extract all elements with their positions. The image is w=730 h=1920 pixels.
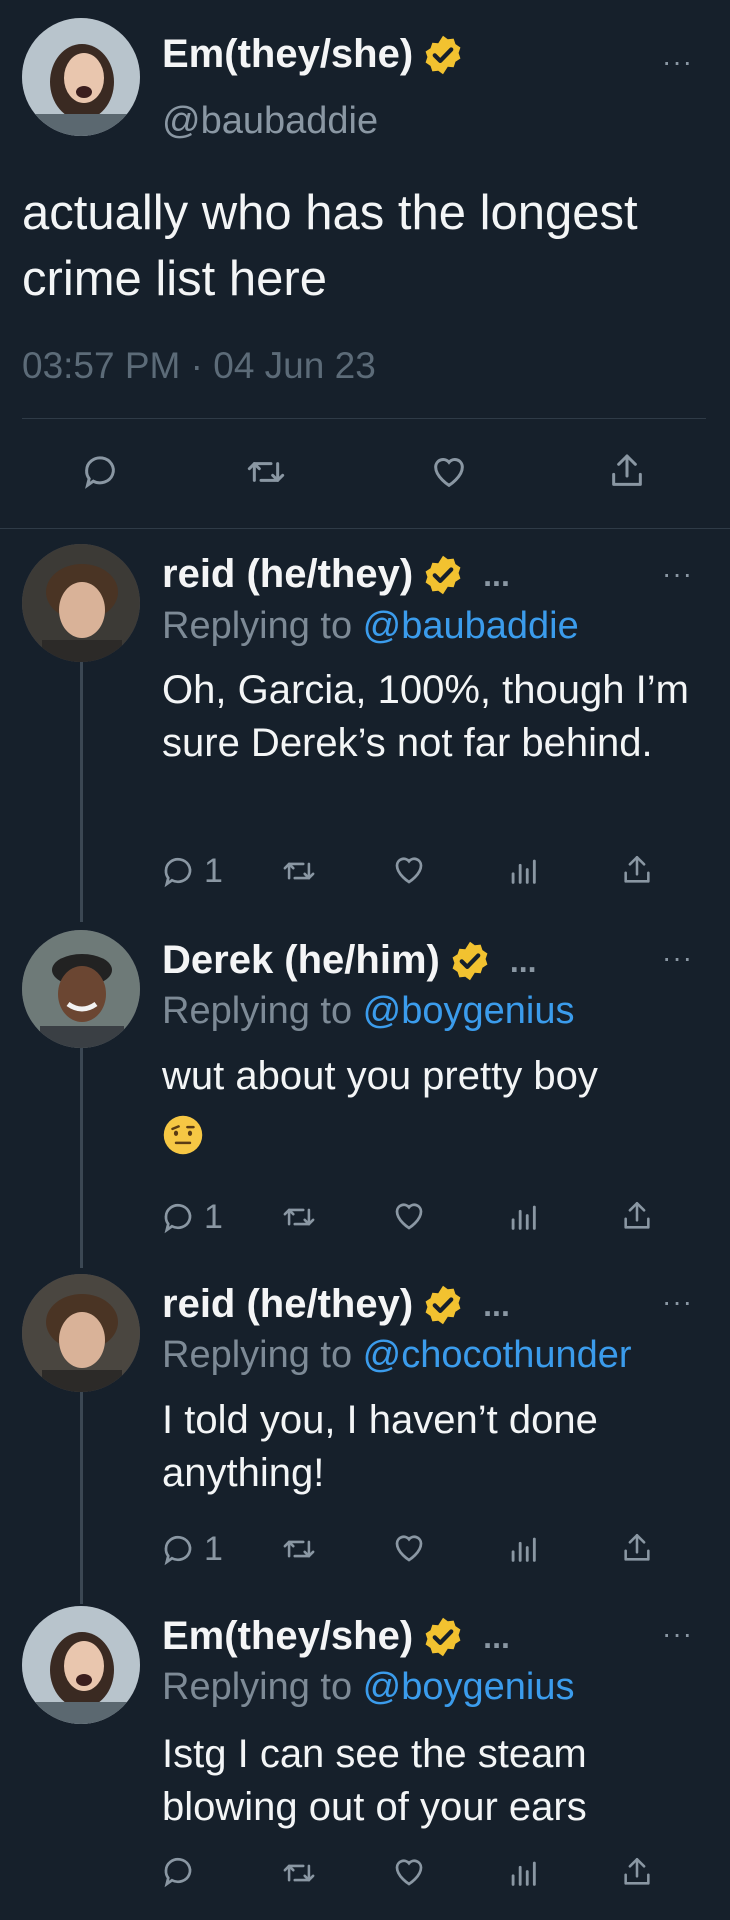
analytics-icon — [511, 859, 536, 884]
reply-icon — [164, 1857, 192, 1888]
like-button[interactable] — [390, 1530, 428, 1566]
main-author-handle[interactable]: @baubaddie — [162, 100, 378, 143]
retweet-button[interactable] — [280, 854, 318, 888]
analytics-icon — [511, 1537, 536, 1562]
verified-badge-icon — [425, 35, 461, 74]
analytics-button[interactable] — [506, 1200, 540, 1234]
verified-badge-icon — [425, 555, 461, 594]
share-button[interactable] — [620, 1530, 654, 1566]
replying-to: Replying to @baubaddie — [162, 605, 579, 647]
verified-badge-icon — [425, 1617, 461, 1656]
reply-text: Istg I can see the steam blowing out of … — [162, 1732, 587, 1829]
reply-icon — [164, 1203, 192, 1233]
avatar-em[interactable] — [22, 1606, 140, 1724]
analytics-icon — [511, 1861, 536, 1886]
reply-author-name[interactable]: reid (he/they) ... — [162, 552, 510, 597]
analytics-icon — [511, 1205, 536, 1230]
mention-link[interactable]: @chocothunder — [363, 1334, 632, 1376]
avatar-derek[interactable] — [22, 930, 140, 1048]
more-options-icon[interactable]: ··· — [662, 944, 693, 972]
share-icon — [624, 1857, 650, 1885]
main-tweet-timestamp: 03:57 PM · 04 Jun 23 — [22, 345, 376, 386]
retweet-button[interactable] — [280, 1856, 318, 1890]
reply-icon — [164, 1535, 192, 1565]
retweet-icon — [283, 1864, 315, 1882]
share-icon — [624, 1533, 650, 1561]
reply-button[interactable] — [80, 452, 120, 492]
replying-to: Replying to @boygenius — [162, 990, 575, 1032]
main-author-name[interactable]: Em(they/she) — [162, 32, 465, 77]
avatar-reid[interactable] — [22, 544, 140, 662]
like-button[interactable] — [390, 852, 428, 888]
reply-count: 1 — [204, 1198, 223, 1236]
mention-link[interactable]: @boygenius — [363, 990, 575, 1032]
avatar-reid[interactable] — [22, 1274, 140, 1392]
reply-count: 1 — [204, 852, 223, 890]
analytics-button[interactable] — [506, 1532, 540, 1566]
reply-button[interactable] — [160, 1854, 196, 1890]
main-tweet-text: actually who has the longest crime list … — [22, 186, 638, 306]
more-options-icon[interactable]: ··· — [662, 1288, 693, 1316]
retweet-icon — [283, 1540, 315, 1558]
reply-count: 1 — [204, 1530, 223, 1568]
more-options-icon[interactable]: ··· — [662, 48, 693, 76]
heart-icon — [395, 1859, 423, 1886]
replying-to: Replying to @boygenius — [162, 1666, 575, 1708]
mention-link[interactable]: @baubaddie — [363, 605, 579, 647]
verified-badge-icon — [425, 1285, 461, 1324]
like-button[interactable] — [390, 1198, 428, 1234]
raised-eyebrow-face-emoji — [163, 1115, 203, 1155]
reply-button[interactable]: 1 — [160, 1530, 223, 1569]
share-icon — [624, 855, 650, 883]
analytics-button[interactable] — [506, 1856, 540, 1890]
name-trail: ... — [483, 1618, 510, 1655]
thread-line — [80, 662, 83, 922]
heart-icon — [395, 1203, 423, 1230]
avatar-em[interactable] — [22, 18, 140, 136]
name-trail: ... — [483, 1286, 510, 1323]
retweet-icon — [283, 1208, 315, 1226]
reply-text: Oh, Garcia, 100%, though I’m sure Derek’… — [162, 668, 689, 765]
reply-button[interactable]: 1 — [160, 1198, 223, 1237]
share-button[interactable] — [607, 450, 647, 492]
more-options-icon[interactable]: ··· — [662, 1620, 693, 1648]
thread-line — [80, 1392, 83, 1604]
reply-icon — [164, 857, 192, 887]
name-trail: ... — [483, 556, 510, 593]
retweet-button[interactable] — [280, 1532, 318, 1566]
like-button[interactable] — [428, 452, 470, 492]
reply-text: I told you, I haven’t done anything! — [162, 1398, 598, 1495]
retweet-button[interactable] — [280, 1200, 318, 1234]
share-button[interactable] — [620, 852, 654, 888]
mention-link[interactable]: @boygenius — [363, 1666, 575, 1708]
retweet-icon — [247, 462, 285, 482]
reply-author-name[interactable]: Derek (he/him) ... — [162, 938, 537, 983]
share-icon — [624, 1201, 650, 1229]
verified-badge-icon — [452, 941, 488, 980]
replying-to: Replying to @chocothunder — [162, 1334, 632, 1376]
analytics-button[interactable] — [506, 854, 540, 888]
retweet-button[interactable] — [245, 452, 287, 492]
retweet-icon — [283, 862, 315, 880]
like-button[interactable] — [390, 1854, 428, 1890]
share-button[interactable] — [620, 1854, 654, 1890]
heart-icon — [395, 857, 423, 884]
reply-button[interactable]: 1 — [160, 852, 223, 891]
share-icon — [612, 454, 642, 486]
name-trail: ... — [509, 942, 537, 979]
heart-icon — [434, 458, 464, 488]
share-button[interactable] — [620, 1198, 654, 1234]
reply-author-name[interactable]: Em(they/she) ... — [162, 1614, 510, 1659]
more-options-icon[interactable]: ··· — [662, 560, 693, 588]
heart-icon — [395, 1535, 423, 1562]
thread-line — [80, 1048, 83, 1268]
divider — [22, 418, 706, 419]
divider — [0, 528, 730, 529]
reply-icon — [85, 456, 115, 489]
reply-author-name[interactable]: reid (he/they) ... — [162, 1282, 510, 1327]
reply-text: wut about you pretty boy — [162, 1054, 598, 1098]
